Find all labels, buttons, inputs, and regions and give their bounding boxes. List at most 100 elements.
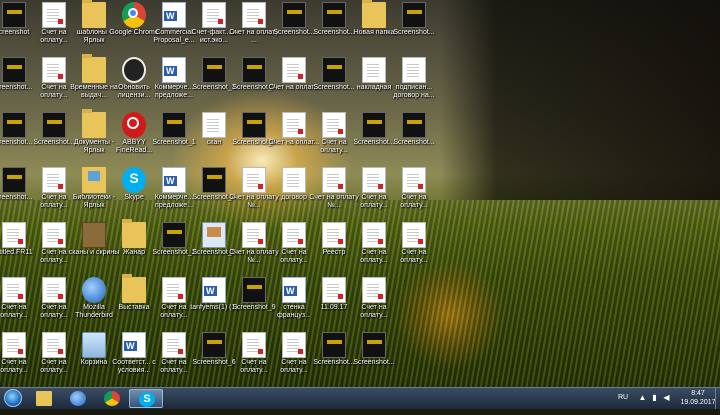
word-document-icon	[162, 167, 186, 193]
thunderbird-icon	[70, 391, 86, 406]
archive-icon	[82, 222, 106, 248]
desktop-icon-label: подписан... договор на...	[393, 84, 435, 99]
folder-icon	[36, 391, 52, 406]
pdf-document-icon	[362, 277, 386, 303]
pdf-document-icon	[42, 167, 66, 193]
windows-logo-icon	[4, 389, 22, 407]
image-thumbnail-icon	[162, 112, 186, 138]
image-thumbnail-icon	[362, 112, 386, 138]
pdf-document-icon	[242, 222, 266, 248]
chrome-icon	[104, 391, 120, 406]
image-thumbnail-icon	[202, 332, 226, 358]
desktop-icon-label: Счет на оплату...	[360, 304, 388, 319]
image-thumbnail-icon	[242, 277, 266, 303]
document-icon	[362, 57, 386, 83]
desktop-icon[interactable]: Счет на оплату...	[388, 220, 440, 272]
network-icon[interactable]: ▮	[650, 393, 659, 402]
image-thumbnail-icon	[242, 57, 266, 83]
folder-icon	[362, 0, 386, 28]
pdf-document-icon	[282, 222, 306, 248]
desktop-icon-label: Screenshot...	[393, 139, 435, 146]
pdf-document-icon	[282, 332, 306, 358]
show-desktop-button[interactable]	[715, 388, 720, 409]
picture-icon	[202, 222, 226, 248]
image-thumbnail-icon	[362, 332, 386, 358]
pdf-document-icon	[322, 112, 346, 138]
pdf-document-icon	[242, 332, 266, 358]
word-document-icon	[162, 2, 186, 28]
image-thumbnail-icon	[402, 112, 426, 138]
desktop-icon[interactable]: Screenshot...	[388, 0, 440, 52]
word-document-icon	[282, 277, 306, 303]
skype-icon: S	[139, 392, 155, 407]
chrome-icon	[122, 2, 146, 28]
desktop-icon-label: Screenshot...	[353, 359, 395, 366]
pdf-document-icon	[322, 222, 346, 248]
pdf-document-icon	[402, 167, 426, 193]
pdf-document-icon	[42, 2, 66, 28]
desktop-icon[interactable]: Счет на оплату...	[388, 165, 440, 217]
pdf-document-icon	[282, 57, 306, 83]
thunderbird-taskbar-button[interactable]	[61, 389, 95, 408]
show-hidden-icons-icon[interactable]: ▲	[638, 393, 647, 402]
image-thumbnail-icon	[162, 222, 186, 248]
clock-date: 19.09.2017	[680, 399, 716, 406]
image-thumbnail-icon	[242, 112, 266, 138]
thunderbird-icon	[82, 277, 106, 303]
image-thumbnail-icon	[202, 57, 226, 83]
image-thumbnail-icon	[402, 2, 426, 28]
pdf-document-icon	[282, 112, 306, 138]
volume-icon[interactable]: ◀	[662, 393, 671, 402]
image-thumbnail-icon	[202, 167, 226, 193]
pdf-document-icon	[2, 277, 26, 303]
document-icon	[282, 167, 306, 193]
image-thumbnail-icon	[322, 57, 346, 83]
folder-icon	[82, 0, 106, 28]
pdf-document-icon	[242, 167, 266, 193]
desktop-icon-label: Счет на оплату...	[400, 249, 428, 264]
desktop-icon[interactable]: Screenshot...	[388, 110, 440, 162]
taskbar: S RU ▲ ▮ ◀ 8:47 19.09.2017	[0, 387, 720, 409]
document-icon	[402, 57, 426, 83]
desktop-icon[interactable]: Screenshot...	[348, 330, 400, 382]
image-thumbnail-icon	[42, 112, 66, 138]
document-icon	[202, 112, 226, 138]
folder-icon	[82, 109, 106, 138]
language-indicator[interactable]: RU	[618, 394, 628, 415]
image-thumbnail-icon	[2, 2, 26, 28]
word-document-icon	[122, 332, 146, 358]
desktop-icon[interactable]: Счет на оплату...	[348, 275, 400, 327]
skype-taskbar-button[interactable]: S	[129, 389, 163, 408]
folder-icon	[82, 54, 106, 83]
pdf-document-icon	[362, 222, 386, 248]
pdf-document-icon	[322, 167, 346, 193]
skype-icon: S	[122, 167, 146, 193]
pdf-document-icon	[162, 277, 186, 303]
folder-icon	[122, 219, 146, 248]
desktop-icon[interactable]: подписан... договор на...	[388, 55, 440, 107]
pdf-document-icon	[402, 222, 426, 248]
pdf-document-icon	[202, 2, 226, 28]
clock-time: 8:47	[691, 390, 705, 397]
pdf-document-icon	[42, 57, 66, 83]
word-document-icon	[202, 277, 226, 303]
word-document-icon	[162, 57, 186, 83]
pdf-document-icon	[162, 332, 186, 358]
abbyy-icon	[122, 112, 146, 138]
pdf-document-icon	[362, 167, 386, 193]
pdf-document-icon	[42, 222, 66, 248]
pdf-document-icon	[2, 222, 26, 248]
desktop-icon-label: Screenshot...	[393, 29, 435, 36]
explorer-taskbar-button[interactable]	[27, 389, 61, 408]
pdf-document-icon	[322, 277, 346, 303]
image-thumbnail-icon	[2, 112, 26, 138]
chrome-taskbar-button[interactable]	[95, 389, 129, 408]
library-icon	[82, 167, 106, 193]
image-thumbnail-icon	[322, 332, 346, 358]
image-thumbnail-icon	[322, 2, 346, 28]
system-clock[interactable]: 8:47 19.09.2017	[678, 389, 718, 407]
image-thumbnail-icon	[2, 167, 26, 193]
start-button[interactable]	[1, 388, 25, 409]
pdf-document-icon	[42, 332, 66, 358]
pdf-document-icon	[2, 332, 26, 358]
